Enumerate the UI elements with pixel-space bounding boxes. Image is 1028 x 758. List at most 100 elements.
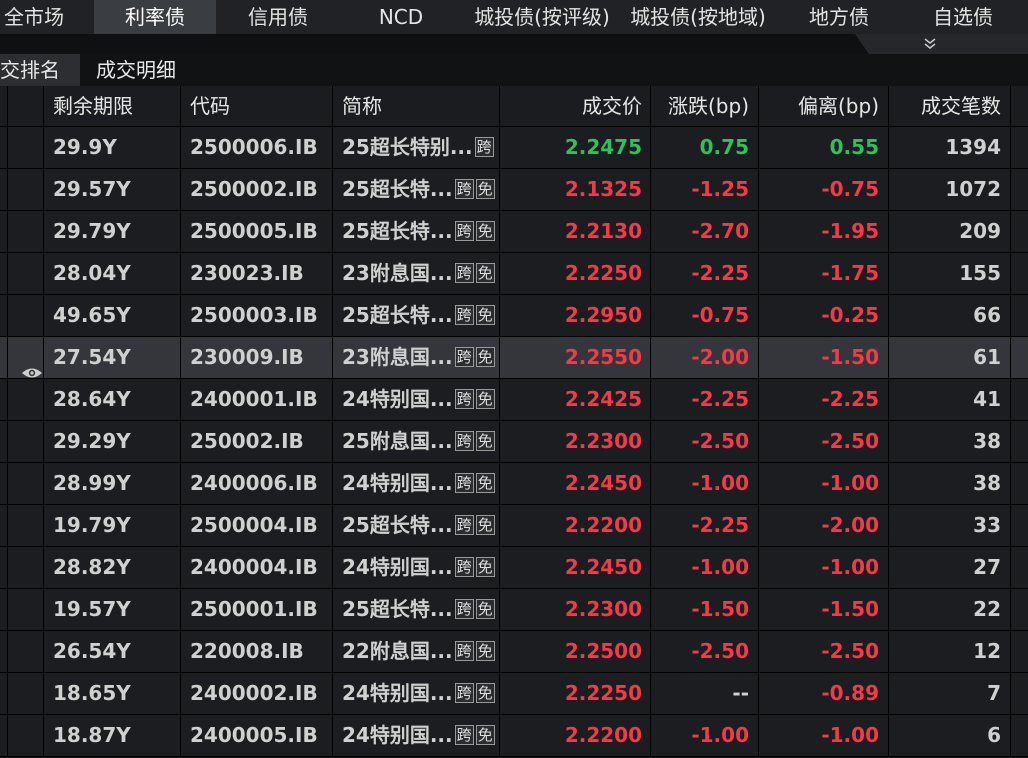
header-name[interactable]: 简称 bbox=[333, 86, 500, 126]
table-row[interactable]: 27.54Y 230009.IB 23附息国... 跨免 2.2550 -2.00… bbox=[0, 337, 1028, 379]
deviation-bp-cell: -1.50 bbox=[759, 589, 889, 630]
trade-price-cell: 2.2450 bbox=[500, 547, 651, 588]
bond-short-name: 25超长特... bbox=[342, 513, 453, 537]
table-row[interactable]: 28.82Y 2400004.IB 24特别国... 跨免 2.2450 -1.0… bbox=[0, 547, 1028, 589]
tab-ncd[interactable]: NCD bbox=[360, 0, 442, 34]
row-end-spacer bbox=[1011, 127, 1028, 168]
remaining-term-cell: 29.9Y bbox=[44, 127, 181, 168]
deviation-bp-cell: -1.50 bbox=[759, 337, 889, 378]
trade-price-cell: 2.2130 bbox=[500, 211, 651, 252]
table-row[interactable]: 29.79Y 2500005.IB 25超长特... 跨免 2.2130 -2.7… bbox=[0, 211, 1028, 253]
tab-local-bonds[interactable]: 地方债 bbox=[794, 0, 884, 34]
tab-credit-bonds[interactable]: 信用债 bbox=[230, 0, 326, 34]
change-bp-cell: -1.50 bbox=[651, 589, 759, 630]
code-cell: 220008.IB bbox=[181, 631, 333, 672]
table-row[interactable]: 28.64Y 2400001.IB 24特别国... 跨免 2.2425 -2.2… bbox=[0, 379, 1028, 421]
name-cell: 23附息国... 跨免 bbox=[333, 337, 500, 378]
trade-price-cell: 2.2550 bbox=[500, 337, 651, 378]
trade-count-cell: 66 bbox=[889, 295, 1011, 336]
watch-cell[interactable] bbox=[8, 379, 44, 420]
double-chevron-down-icon[interactable] bbox=[922, 36, 938, 50]
row-end-spacer bbox=[1011, 295, 1028, 336]
deviation-bp-cell: -0.25 bbox=[759, 295, 889, 336]
change-bp-cell: -2.00 bbox=[651, 337, 759, 378]
trade-count-cell: 38 bbox=[889, 463, 1011, 504]
code-cell: 250002.IB bbox=[181, 421, 333, 462]
remaining-term-cell: 29.57Y bbox=[44, 169, 181, 210]
table-row[interactable]: 28.99Y 2400006.IB 24特别国... 跨免 2.2450 -1.0… bbox=[0, 463, 1028, 505]
tab-urban-invest-by-region[interactable]: 城投债(按地域) bbox=[622, 0, 774, 34]
table-row[interactable]: 28.04Y 230023.IB 23附息国... 跨免 2.2250 -2.25… bbox=[0, 253, 1028, 295]
deviation-bp-cell: -1.00 bbox=[759, 463, 889, 504]
bond-tag: 跨 bbox=[454, 725, 474, 745]
eye-icon[interactable] bbox=[21, 352, 43, 378]
row-spacer bbox=[0, 421, 8, 462]
remaining-term-cell: 28.04Y bbox=[44, 253, 181, 294]
change-bp-cell: -2.50 bbox=[651, 631, 759, 672]
watch-cell[interactable] bbox=[8, 295, 44, 336]
watch-cell[interactable] bbox=[8, 127, 44, 168]
watch-cell[interactable] bbox=[8, 673, 44, 714]
watch-cell[interactable] bbox=[8, 589, 44, 630]
bond-tag: 免 bbox=[475, 557, 495, 577]
change-bp-cell: -1.00 bbox=[651, 715, 759, 756]
watch-cell[interactable] bbox=[8, 547, 44, 588]
tab-rate-bonds[interactable]: 利率债 bbox=[94, 0, 216, 34]
deviation-bp-cell: -2.50 bbox=[759, 421, 889, 462]
trade-price-cell: 2.2250 bbox=[500, 253, 651, 294]
watch-cell[interactable] bbox=[8, 169, 44, 210]
watch-cell[interactable] bbox=[8, 463, 44, 504]
market-tab-bar: 全市场 利率债 信用债 NCD 城投债(按评级) 城投债(按地域) 地方债 自选… bbox=[0, 0, 1028, 34]
row-end-spacer bbox=[1011, 547, 1028, 588]
table-row[interactable]: 19.57Y 2500001.IB 25超长特... 跨免 2.2300 -1.5… bbox=[0, 589, 1028, 631]
watch-cell[interactable] bbox=[8, 715, 44, 756]
watch-cell[interactable] bbox=[8, 337, 44, 378]
bond-tag: 跨 bbox=[454, 221, 474, 241]
header-change-bp[interactable]: 涨跌(bp) bbox=[651, 86, 759, 126]
tab-trade-details[interactable]: 成交明细 bbox=[96, 54, 196, 86]
table-row[interactable]: 29.9Y 2500006.IB 25超长特别... 跨 2.2475 0.75 … bbox=[0, 127, 1028, 169]
table-row[interactable]: 29.57Y 2500002.IB 25超长特... 跨免 2.1325 -1.2… bbox=[0, 169, 1028, 211]
tab-trade-ranking[interactable]: 交排名 bbox=[0, 54, 80, 86]
row-spacer bbox=[0, 253, 8, 294]
header-deviation-bp[interactable]: 偏离(bp) bbox=[759, 86, 889, 126]
row-end-spacer bbox=[1011, 715, 1028, 756]
change-bp-cell: -- bbox=[651, 673, 759, 714]
header-trade-price[interactable]: 成交价 bbox=[500, 86, 651, 126]
table-row[interactable]: 19.79Y 2500004.IB 25超长特... 跨免 2.2200 -2.2… bbox=[0, 505, 1028, 547]
deviation-bp-cell: -0.89 bbox=[759, 673, 889, 714]
watch-cell[interactable] bbox=[8, 631, 44, 672]
bond-short-name: 23附息国... bbox=[342, 345, 453, 369]
watch-cell[interactable] bbox=[8, 211, 44, 252]
code-cell: 230023.IB bbox=[181, 253, 333, 294]
tab-urban-invest-by-rating[interactable]: 城投债(按评级) bbox=[466, 0, 618, 34]
trade-count-cell: 38 bbox=[889, 421, 1011, 462]
table-row[interactable]: 26.54Y 220008.IB 22附息国... 跨免 2.2500 -2.50… bbox=[0, 631, 1028, 673]
table-row[interactable]: 18.65Y 2400002.IB 24特别国... 跨免 2.2250 -- -… bbox=[0, 673, 1028, 715]
watch-cell[interactable] bbox=[8, 253, 44, 294]
bond-trade-table: 剩余期限 代码 简称 成交价 涨跌(bp) 偏离(bp) 成交笔数 29.9Y … bbox=[0, 86, 1028, 757]
trade-count-cell: 22 bbox=[889, 589, 1011, 630]
table-row[interactable]: 18.87Y 2400005.IB 24特别国... 跨免 2.2200 -1.0… bbox=[0, 715, 1028, 757]
bond-tag: 跨 bbox=[454, 473, 474, 493]
trade-price-cell: 2.2300 bbox=[500, 589, 651, 630]
table-row[interactable]: 49.65Y 2500003.IB 25超长特... 跨免 2.2950 -0.7… bbox=[0, 295, 1028, 337]
header-remaining-term[interactable]: 剩余期限 bbox=[44, 86, 181, 126]
row-spacer bbox=[0, 211, 8, 252]
name-cell: 25超长特... 跨免 bbox=[333, 211, 500, 252]
tab-all-market[interactable]: 全市场 bbox=[0, 0, 68, 34]
row-end-spacer bbox=[1011, 589, 1028, 630]
watch-cell[interactable] bbox=[8, 505, 44, 546]
trade-count-cell: 7 bbox=[889, 673, 1011, 714]
header-trade-count[interactable]: 成交笔数 bbox=[889, 86, 1011, 126]
header-code[interactable]: 代码 bbox=[181, 86, 333, 126]
tab-watchlist-bonds[interactable]: 自选债 bbox=[920, 0, 1006, 34]
row-spacer bbox=[0, 169, 8, 210]
table-row[interactable]: 29.29Y 250002.IB 25附息国... 跨免 2.2300 -2.50… bbox=[0, 421, 1028, 463]
deviation-bp-cell: 0.55 bbox=[759, 127, 889, 168]
code-cell: 2400002.IB bbox=[181, 673, 333, 714]
watch-cell[interactable] bbox=[8, 421, 44, 462]
trade-price-cell: 2.2500 bbox=[500, 631, 651, 672]
row-end-spacer bbox=[1011, 169, 1028, 210]
remaining-term-cell: 27.54Y bbox=[44, 337, 181, 378]
